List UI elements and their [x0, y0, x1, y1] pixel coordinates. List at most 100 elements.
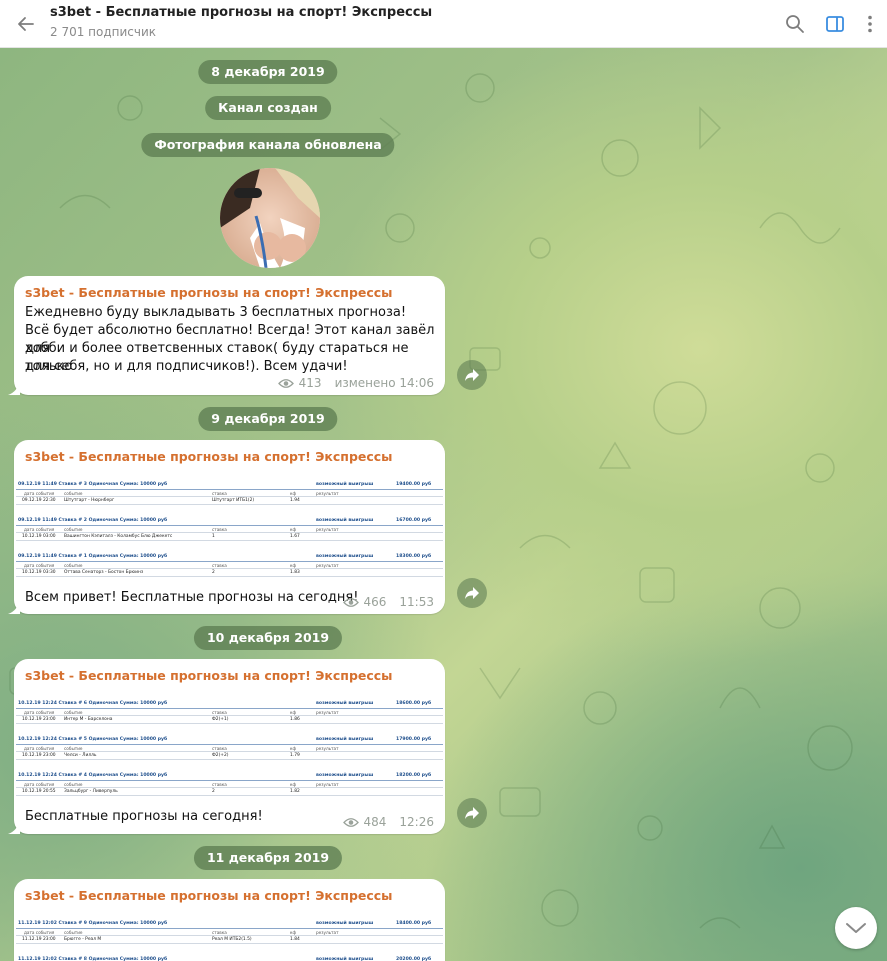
bubble-tail	[8, 820, 20, 834]
bet-header: 10.12.19 12:24 Ставка # 6 Одиночная Сумм…	[18, 701, 168, 706]
search-icon	[786, 15, 804, 33]
bet-potential-win-label: возможный выигрыш	[316, 737, 374, 742]
channel-photo[interactable]	[220, 168, 320, 268]
bubble-tail	[8, 381, 20, 395]
bet-row-divider	[16, 787, 443, 788]
bet-header: 10.12.19 12:24 Ставка # 4 Одиночная Сумм…	[18, 773, 168, 778]
bet-date: 09.12.19 22:30	[22, 498, 56, 503]
bet-row-divider	[16, 751, 443, 752]
bet-potential-win-value: 20200.00 руб	[396, 957, 432, 961]
message-bubble[interactable]: s3bet - Бесплатные прогнозы на спорт! Эк…	[14, 879, 445, 961]
bet-potential-win-label: возможный выигрыш	[316, 518, 374, 523]
arrow-left-icon	[18, 17, 34, 31]
bet-potential-win-value: 18400.00 руб	[396, 921, 432, 926]
bet-choice: Ф2(+2)	[212, 753, 229, 758]
bet-potential-win-value: 17900.00 руб	[396, 737, 432, 742]
bet-header: 11.12.19 12:02 Ставка # 8 Одиночная Сумм…	[18, 957, 168, 961]
bet-potential-win-label: возможный выигрыш	[316, 554, 374, 559]
bets-screenshot-image[interactable]: 10.12.19 12:24 Ставка # 6 Одиночная Сумм…	[14, 697, 445, 805]
bet-divider	[16, 489, 443, 490]
forward-button[interactable]	[457, 798, 487, 828]
subscriber-count: 2 701 подписчик	[50, 25, 157, 39]
bet-date: 11.12.19 23:00	[22, 937, 56, 942]
bet-slip-block: 10.12.19 12:24 Ставка # 6 Одиночная Сумм…	[14, 701, 445, 737]
bet-potential-win-label: возможный выигрыш	[316, 701, 374, 706]
share-arrow-icon	[465, 587, 479, 599]
bet-choice: 2	[212, 570, 215, 575]
bet-row-divider	[16, 576, 443, 577]
scroll-to-bottom-button[interactable]	[835, 907, 877, 949]
bet-slip-block: 09.12.19 11:49 Ставка # 1 Одиночная Сумм…	[14, 554, 445, 586]
bet-date: 10.12.19 23:00	[22, 753, 56, 758]
bet-potential-win-value: 16700.00 руб	[396, 518, 432, 523]
bet-potential-win-label: возможный выигрыш	[316, 482, 374, 487]
message-sender[interactable]: s3bet - Бесплатные прогнозы на спорт! Эк…	[25, 285, 393, 300]
bet-slip-block: 11.12.19 12:02 Ставка # 8 Одиночная Сумм…	[14, 957, 445, 961]
bet-odds: 1.82	[290, 789, 300, 794]
bet-choice: Штутгарт ИТБ1(2)	[212, 498, 255, 503]
chat-header: s3bet - Бесплатные прогнозы на спорт! Эк…	[0, 0, 887, 48]
bet-divider	[16, 744, 443, 745]
bet-row-divider	[16, 935, 443, 936]
forward-button[interactable]	[457, 360, 487, 390]
message-caption: Бесплатные прогнозы на сегодня!	[25, 809, 263, 824]
search-button[interactable]	[782, 11, 808, 37]
bet-potential-win-label: возможный выигрыш	[316, 921, 374, 926]
bet-date: 10.12.19 03:30	[22, 570, 56, 575]
bet-odds: 1.94	[290, 498, 300, 503]
bet-slip-block: 09.12.19 11:49 Ставка # 2 Одиночная Сумм…	[14, 518, 445, 554]
bets-screenshot-image[interactable]: 11.12.19 12:02 Ставка # 9 Одиночная Сумм…	[14, 917, 445, 961]
bet-potential-win-value: 18600.00 руб	[396, 701, 432, 706]
message-sender[interactable]: s3bet - Бесплатные прогнозы на спорт! Эк…	[25, 668, 393, 683]
channel-title[interactable]: s3bet - Бесплатные прогнозы на спорт! Эк…	[50, 5, 432, 20]
bet-header: 09.12.19 11:49 Ставка # 3 Одиночная Сумм…	[18, 482, 168, 487]
bet-slip-block: 09.12.19 11:49 Ставка # 3 Одиночная Сумм…	[14, 482, 445, 518]
sidebar-panel-icon	[826, 16, 844, 32]
back-button[interactable]	[12, 10, 40, 38]
bet-divider	[16, 780, 443, 781]
message-time: 12:26	[399, 815, 434, 829]
bet-divider	[16, 708, 443, 709]
bets-screenshot-image[interactable]: 09.12.19 11:49 Ставка # 3 Одиночная Сумм…	[14, 478, 445, 586]
bet-row-divider	[16, 532, 443, 533]
share-arrow-icon	[465, 369, 479, 381]
message-sender[interactable]: s3bet - Бесплатные прогнозы на спорт! Эк…	[25, 449, 393, 464]
eye-icon	[277, 378, 294, 388]
message-sender[interactable]: s3bet - Бесплатные прогнозы на спорт! Эк…	[25, 888, 393, 903]
bet-header: 09.12.19 11:49 Ставка # 2 Одиночная Сумм…	[18, 518, 168, 523]
forward-button[interactable]	[457, 578, 487, 608]
kebab-menu-icon	[868, 15, 872, 33]
bet-header: 11.12.19 12:02 Ставка # 9 Одиночная Сумм…	[18, 921, 168, 926]
bet-header: 09.12.19 11:49 Ставка # 1 Одиночная Сумм…	[18, 554, 168, 559]
bet-date: 10.12.19 03:00	[22, 534, 56, 539]
message-time: изменено 14:06	[334, 376, 434, 390]
message-bubble[interactable]: s3bet - Бесплатные прогнозы на спорт! Эк…	[8, 440, 445, 614]
date-separator: 8 декабря 2019	[198, 60, 338, 84]
bet-odds: 1.67	[290, 534, 300, 539]
message-text-line: для себя, но и для подписчиков!). Всем у…	[25, 359, 348, 374]
view-count: 413	[298, 376, 322, 390]
bet-event: Вашингтон Кэпиталз - Коламбус Блю Джекет…	[64, 534, 173, 539]
bet-choice: Ф2(+1)	[212, 717, 229, 722]
bet-event: Брюгге - Реал М	[64, 937, 102, 942]
chevron-down-icon	[846, 923, 866, 933]
message-text-line: Ежедневно буду выкладывать 3 бесплатных …	[25, 305, 407, 320]
message-bubble[interactable]: s3bet - Бесплатные прогнозы на спорт! Эк…	[8, 659, 445, 834]
bubble-tail	[8, 600, 20, 614]
bet-odds: 1.79	[290, 753, 300, 758]
bet-potential-win-value: 19400.00 руб	[396, 482, 432, 487]
bet-row-divider	[16, 715, 443, 716]
bet-event: Зальцбург - Ливерпуль	[64, 789, 118, 794]
bet-row-divider	[16, 540, 443, 541]
bet-row-divider	[16, 504, 443, 505]
bet-row-divider	[16, 496, 443, 497]
service-message-photo-updated: Фотография канала обновлена	[141, 133, 395, 157]
sidebar-toggle-button[interactable]	[822, 11, 848, 37]
bet-slip-block: 10.12.19 12:24 Ставка # 4 Одиночная Сумм…	[14, 773, 445, 805]
chat-area[interactable]: 8 декабря 2019 Канал создан Фотография к…	[0, 48, 887, 961]
message-time: 11:53	[399, 595, 434, 609]
bet-event: Челси - Лилль	[64, 753, 97, 758]
message-bubble[interactable]: s3bet - Бесплатные прогнозы на спорт! Эк…	[8, 276, 445, 395]
more-options-button[interactable]	[857, 11, 883, 37]
bet-odds: 1.83	[290, 570, 300, 575]
